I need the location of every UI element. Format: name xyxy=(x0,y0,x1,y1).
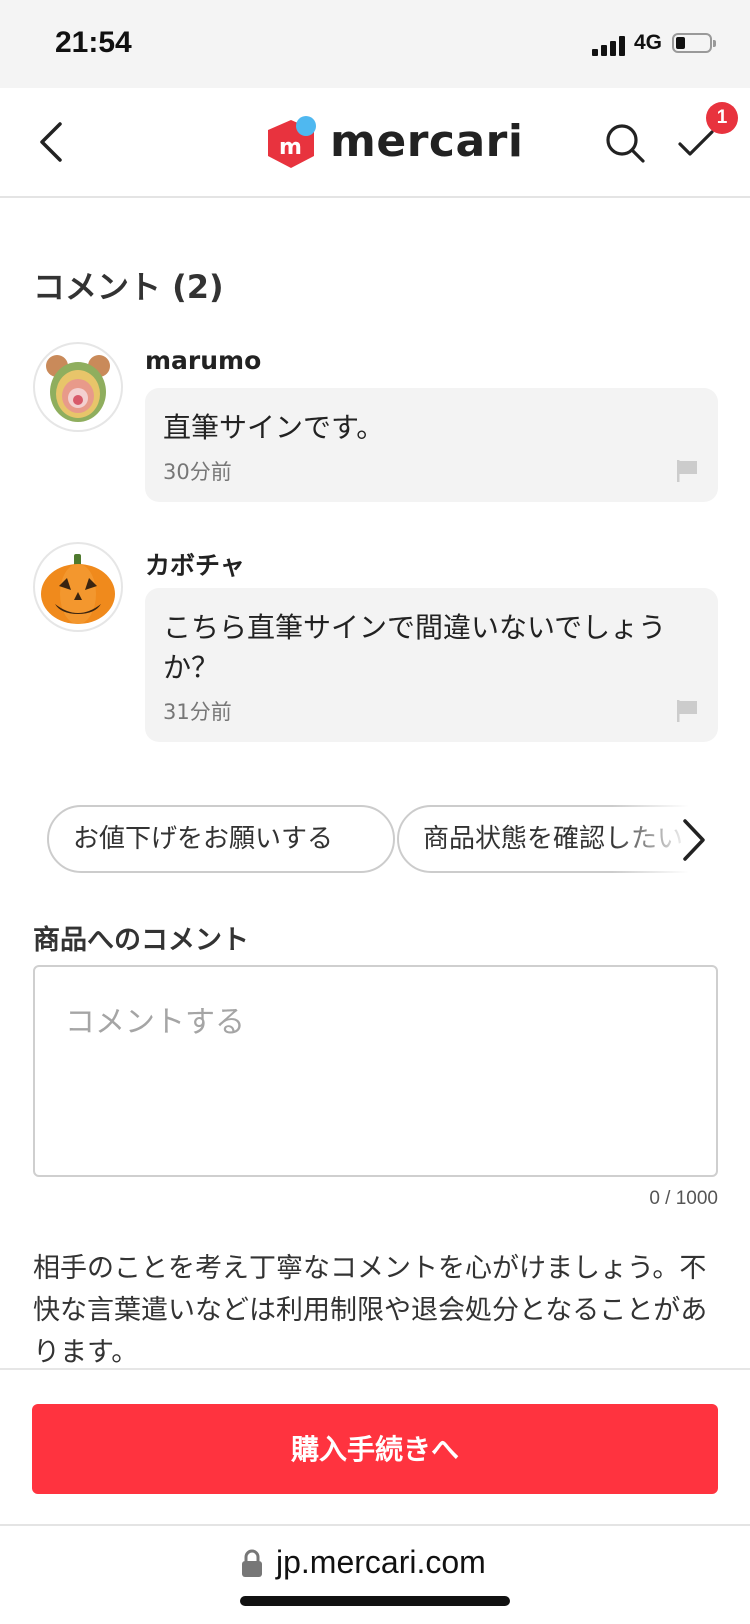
logo-text: mercari xyxy=(330,116,524,167)
comment-bubble: 直筆サインです。 30分前 xyxy=(145,388,718,502)
comment-username[interactable]: カボチャ xyxy=(145,546,245,582)
chevron-left-icon xyxy=(40,122,62,162)
char-count: 0 / 1000 xyxy=(649,1188,718,1209)
svg-text:m: m xyxy=(279,135,302,160)
url-text: jp.mercari.com xyxy=(276,1544,486,1580)
search-icon xyxy=(606,124,645,163)
status-bar: 21:54 4G xyxy=(0,0,750,88)
search-button[interactable] xyxy=(600,118,650,168)
bottom-action-bar: 購入手続きへ xyxy=(0,1368,750,1524)
notification-badge: 1 xyxy=(706,102,738,134)
signal-icon xyxy=(592,34,628,56)
header: m mercari 1 xyxy=(0,88,750,198)
flag-icon[interactable] xyxy=(674,458,700,484)
comment-username[interactable]: marumo xyxy=(145,346,261,375)
comment-time: 30分前 xyxy=(163,460,232,484)
comment-text: こちら直筆サインで間違いないでしょうか？ xyxy=(163,611,667,684)
avatar[interactable] xyxy=(33,342,123,432)
comment-notice: 相手のことを考え丁寧なコメントを心がけましょう。不快な言葉遣いなどは利用制限や退… xyxy=(33,1253,708,1368)
comment-text: 直筆サインです。 xyxy=(163,411,385,444)
network-type: 4G xyxy=(634,31,663,54)
comment-bubble: こちら直筆サインで間違いないでしょうか？ 31分前 xyxy=(145,588,718,742)
purchase-button[interactable]: 購入手続きへ xyxy=(32,1404,718,1494)
lock-icon xyxy=(242,1549,262,1577)
bear-avatar-icon xyxy=(46,355,110,422)
browser-url-bar[interactable]: jp.mercari.com xyxy=(0,1524,750,1624)
chevron-right-icon[interactable] xyxy=(675,815,711,865)
home-indicator xyxy=(240,1596,510,1606)
comment-input-label: 商品へのコメント xyxy=(33,925,249,956)
avatar[interactable] xyxy=(33,542,123,632)
mercari-logo-icon: m xyxy=(268,116,316,168)
pumpkin-avatar-icon xyxy=(41,554,115,624)
comment-textarea[interactable] xyxy=(33,965,718,1177)
status-time: 21:54 xyxy=(55,26,132,59)
quick-reply-bar: お値下げをお願いする 商品状態を確認したい xyxy=(47,805,722,875)
mercari-logo[interactable]: m mercari xyxy=(264,114,523,174)
back-button[interactable] xyxy=(30,118,80,168)
comment-time: 31分前 xyxy=(163,700,232,724)
battery-icon xyxy=(672,33,716,53)
comments-title: コメント (2) xyxy=(33,268,224,306)
flag-icon[interactable] xyxy=(674,698,700,724)
quick-reply-chip[interactable]: お値下げをお願いする xyxy=(47,805,395,873)
